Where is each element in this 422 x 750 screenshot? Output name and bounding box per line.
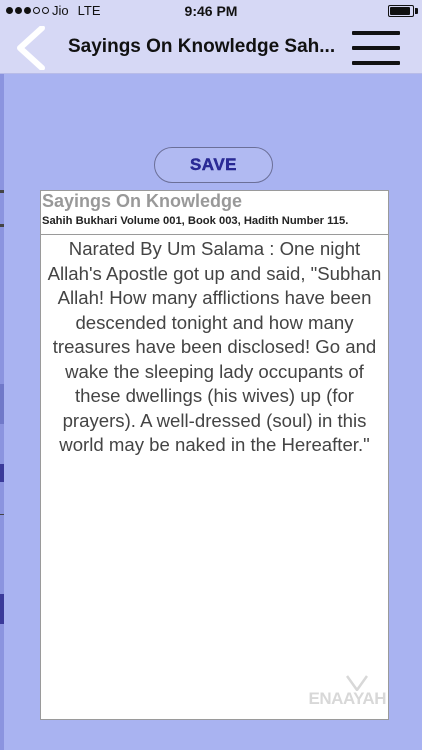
menu-button[interactable] (352, 31, 400, 65)
hamburger-icon-bar (352, 46, 400, 50)
battery-tip (415, 8, 418, 14)
card-heading: Sayings On Knowledge (42, 191, 243, 211)
battery-icon (388, 5, 414, 17)
hadith-card: Sayings On Knowledge Sahih Bukhari Volum… (40, 190, 389, 720)
nav-bar: Sayings On Knowledge Sah... (0, 22, 422, 74)
hadith-text: Narated By Um Salama : One night Allah's… (47, 238, 382, 455)
hadith-reference: Sahih Bukhari Volume 001, Book 003, Hadi… (42, 215, 349, 227)
save-button-label: SAVE (189, 155, 238, 174)
status-bar: Jio LTE 9:46 PM (0, 0, 422, 22)
hamburger-icon (352, 31, 400, 35)
side-panel-marks (0, 190, 4, 624)
page-title: Sayings On Knowledge Sah... (68, 36, 336, 57)
save-button[interactable]: SAVE (154, 147, 273, 183)
enaayah-watermark: ENAAYAH (308, 689, 387, 708)
chevron-left-icon (17, 25, 45, 71)
hamburger-icon-bar (352, 61, 400, 65)
status-time: 9:46 PM (184, 3, 238, 19)
back-button[interactable] (14, 25, 52, 71)
partial-side-panel (0, 74, 4, 750)
battery-level (390, 7, 410, 15)
card-divider (41, 234, 388, 235)
